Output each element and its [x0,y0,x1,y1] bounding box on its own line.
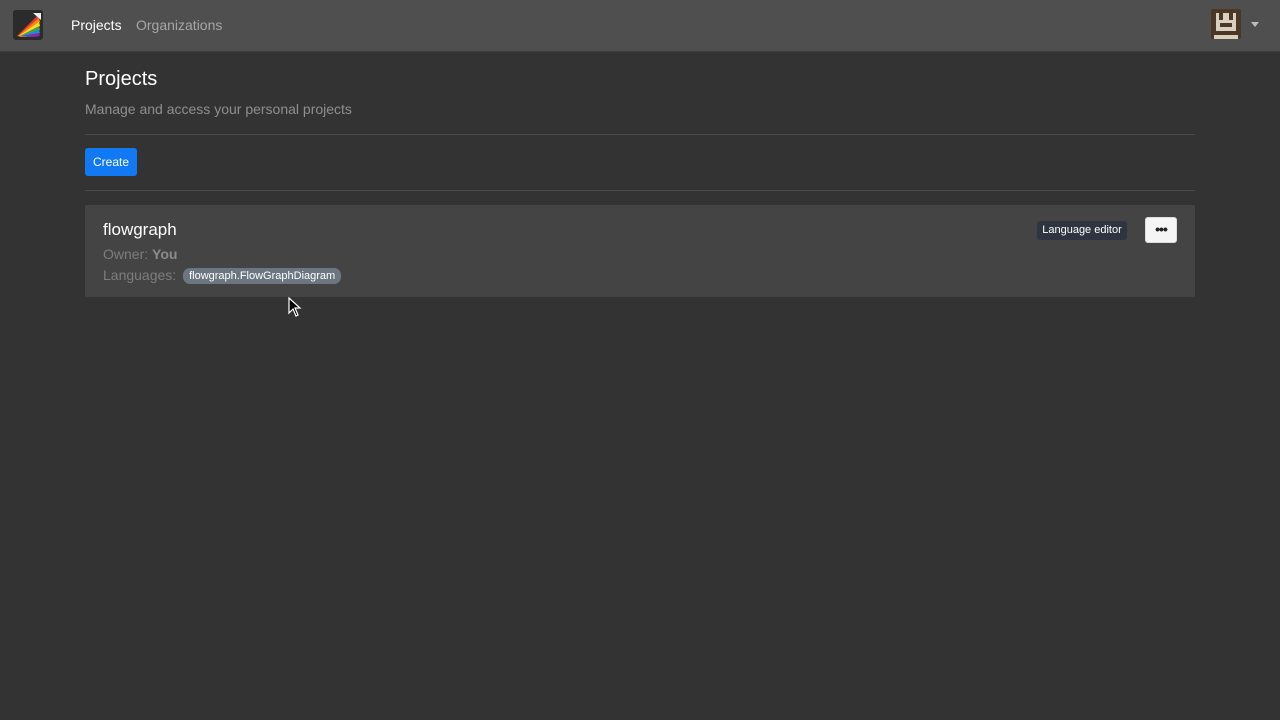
project-card: flowgraph Owner: You Languages: flowgrap… [85,205,1195,297]
languages-label: Languages: [103,267,177,283]
top-navbar: Projects Organizations [0,0,1280,52]
language-editor-button[interactable]: Language editor [1037,221,1127,240]
project-owner: Owner: You [103,246,177,262]
mouse-cursor-icon [288,297,302,317]
divider [85,134,1195,135]
project-name[interactable]: flowgraph [103,221,177,239]
page-subtitle: Manage and access your personal projects [85,101,352,117]
create-button[interactable]: Create [85,148,137,176]
divider [85,190,1195,191]
page-title: Projects [85,68,158,90]
nav-projects-link[interactable]: Projects [71,17,122,33]
rainbow-pen-logo-icon[interactable] [13,10,43,40]
language-badge[interactable]: flowgraph.FlowGraphDiagram [183,268,342,284]
owner-value: You [152,246,178,262]
owner-label: Owner: [103,246,149,262]
pixel-avatar-icon[interactable] [1211,9,1241,39]
caret-down-icon[interactable] [1251,22,1259,27]
project-languages: Languages: flowgraph.FlowGraphDiagram [103,267,342,284]
ellipsis-icon[interactable]: ••• [1145,217,1177,243]
nav-organizations-link[interactable]: Organizations [136,17,222,33]
